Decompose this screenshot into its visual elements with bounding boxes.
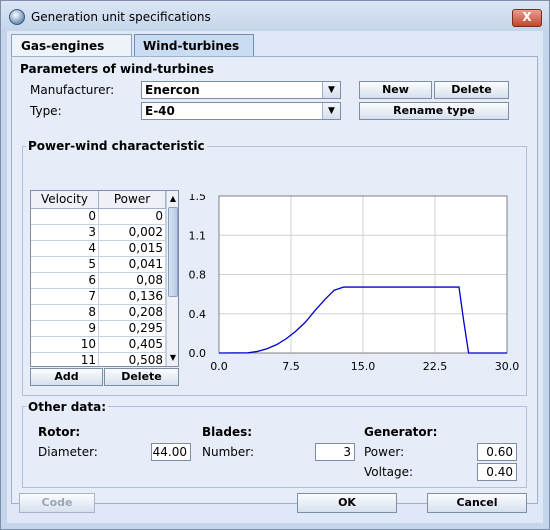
power-field[interactable]: 0.60	[477, 443, 517, 461]
power-cell[interactable]: 0,002	[99, 225, 166, 241]
app-globe-icon	[9, 9, 25, 25]
code-button[interactable]: Code	[19, 493, 95, 513]
rename-type-button[interactable]: Rename type	[359, 102, 509, 120]
diameter-label: Diameter:	[38, 445, 98, 459]
velocity-cell[interactable]: 6	[31, 273, 99, 289]
column-header-power[interactable]: Power	[99, 191, 166, 209]
power-wind-chart: 0.0 7.5 15.0 22.5 30.0 1.5 1.1 0.8 0.4 0.0	[189, 194, 520, 373]
tab-gas-engines[interactable]: Gas-engines	[11, 34, 132, 56]
power-label: Power:	[364, 445, 405, 459]
voltage-field[interactable]: 0.40	[477, 463, 517, 481]
table-row[interactable]: 3 0,002	[31, 225, 166, 241]
generator-label: Generator:	[364, 425, 438, 439]
window-title: Generation unit specifications	[31, 10, 211, 24]
tab-panel: Parameters of wind-turbines Manufacturer…	[11, 56, 538, 504]
manufacturer-select[interactable]: Enercon ▼	[141, 81, 341, 99]
velocity-cell[interactable]: 4	[31, 241, 99, 257]
title-bar[interactable]: Generation unit specifications X	[1, 1, 549, 31]
scroll-up-icon[interactable]: ▲	[167, 192, 178, 206]
power-cell[interactable]: 0	[99, 209, 166, 225]
type-select[interactable]: E-40 ▼	[141, 102, 341, 120]
table-row[interactable]: 10 0,405	[31, 337, 166, 353]
power-wind-legend: Power-wind characteristic	[26, 139, 207, 153]
x-tick-label: 15.0	[351, 360, 376, 373]
y-tick-label: 1.5	[189, 194, 207, 203]
tab-wind-turbines[interactable]: Wind-turbines	[134, 34, 254, 56]
y-tick-label: 0.0	[189, 347, 207, 360]
params-legend: Parameters of wind-turbines	[18, 62, 217, 76]
power-cell[interactable]: 0,405	[99, 337, 166, 353]
table-header: Velocity Power	[31, 191, 166, 209]
table-row[interactable]: 7 0,136	[31, 289, 166, 305]
y-tick-label: 0.8	[189, 269, 207, 282]
new-type-button[interactable]: New	[359, 81, 432, 99]
table-row[interactable]: 9 0,295	[31, 321, 166, 337]
x-tick-label: 22.5	[423, 360, 448, 373]
velocity-cell[interactable]: 0	[31, 209, 99, 225]
x-tick-label: 7.5	[282, 360, 300, 373]
power-cell[interactable]: 0,508	[99, 353, 166, 366]
table-row[interactable]: 11 0,508	[31, 353, 166, 366]
manufacturer-value: Enercon	[145, 83, 200, 97]
diameter-field[interactable]: 44.00	[151, 443, 191, 461]
add-row-button[interactable]: Add	[30, 368, 103, 386]
power-cell[interactable]: 0,08	[99, 273, 166, 289]
type-label: Type:	[30, 104, 62, 118]
table-row[interactable]: 8 0,208	[31, 305, 166, 321]
x-tick-label: 30.0	[495, 360, 520, 373]
blades-number-label: Number:	[202, 445, 255, 459]
power-cell[interactable]: 0,015	[99, 241, 166, 257]
velocity-cell[interactable]: 3	[31, 225, 99, 241]
blades-number-field[interactable]: 3	[315, 443, 355, 461]
rotor-label: Rotor:	[38, 425, 81, 439]
table-scrollbar[interactable]: ▲ ▼	[166, 191, 178, 366]
type-value: E-40	[145, 104, 175, 118]
velocity-cell[interactable]: 5	[31, 257, 99, 273]
table-row[interactable]: 6 0,08	[31, 273, 166, 289]
power-cell[interactable]: 0,136	[99, 289, 166, 305]
dialog-client: Gas-engines Wind-turbines Parameters of …	[7, 31, 543, 523]
velocity-cell[interactable]: 7	[31, 289, 99, 305]
x-tick-label: 0.0	[210, 360, 228, 373]
power-cell[interactable]: 0,208	[99, 305, 166, 321]
column-header-velocity[interactable]: Velocity	[31, 191, 99, 209]
delete-type-button[interactable]: Delete	[434, 81, 509, 99]
velocity-cell[interactable]: 8	[31, 305, 99, 321]
chevron-down-icon[interactable]: ▼	[322, 82, 340, 98]
cancel-button[interactable]: Cancel	[427, 493, 527, 513]
manufacturer-label: Manufacturer:	[30, 83, 115, 97]
close-button[interactable]: X	[512, 9, 542, 27]
table-row[interactable]: 5 0,041	[31, 257, 166, 273]
power-cell[interactable]: 0,041	[99, 257, 166, 273]
y-tick-label: 0.4	[189, 308, 207, 321]
table-row[interactable]: 00	[31, 209, 166, 225]
velocity-cell[interactable]: 11	[31, 353, 99, 366]
delete-row-button[interactable]: Delete	[104, 368, 179, 386]
scroll-down-icon[interactable]: ▼	[167, 351, 178, 365]
power-cell[interactable]: 0,295	[99, 321, 166, 337]
table-row[interactable]: 4 0,015	[31, 241, 166, 257]
other-data-legend: Other data:	[26, 400, 109, 414]
velocity-cell[interactable]: 9	[31, 321, 99, 337]
y-tick-label: 1.1	[189, 229, 207, 242]
velocity-cell[interactable]: 10	[31, 337, 99, 353]
ok-button[interactable]: OK	[297, 493, 397, 513]
power-wind-table[interactable]: Velocity Power 0 0 3 0,002 4 0,015 5 0,041 6 0,08…	[30, 190, 179, 367]
chevron-down-icon[interactable]: ▼	[322, 103, 340, 119]
voltage-label: Voltage:	[364, 465, 414, 479]
blades-label: Blades:	[202, 425, 253, 439]
scroll-thumb[interactable]	[168, 207, 178, 297]
dialog-window: Generation unit specifications X Gas-eng…	[0, 0, 550, 530]
